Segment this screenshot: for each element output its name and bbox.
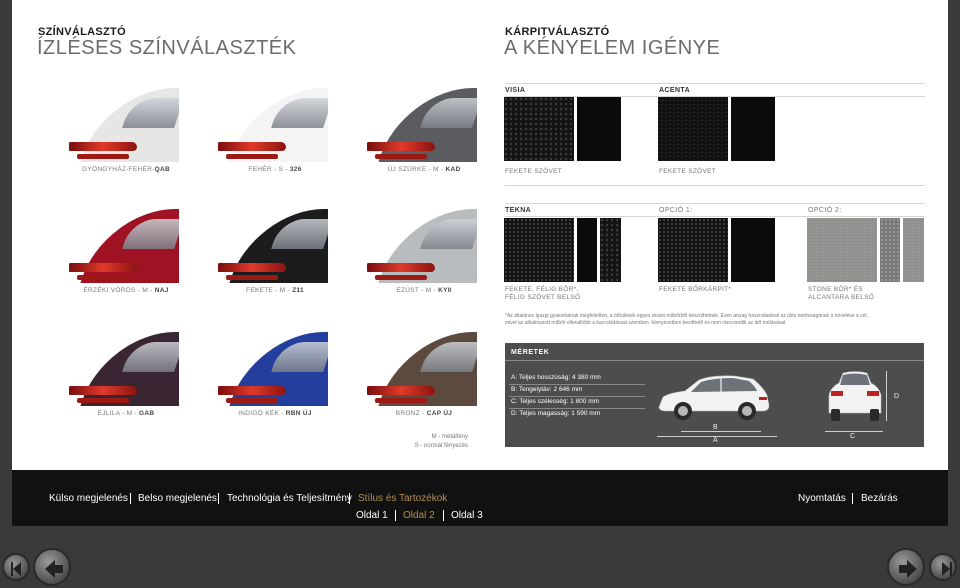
legend-normal: S - normál fényezés (414, 443, 468, 449)
color-name: ÚJ SZÜRKE - M - (387, 166, 446, 173)
color-code: KAD (445, 166, 461, 173)
page-nav: Oldal 1 Oldal 2 Oldal 3 (12, 510, 948, 522)
dimension-letter-a: A (713, 437, 718, 444)
dimension-letter-b: B (713, 424, 718, 431)
option2-fabric-swatch (807, 218, 924, 282)
car-color-swatch (218, 84, 328, 162)
color-name: FEHÉR - S - (248, 166, 290, 173)
dimension-width: C: Teljes szélesség: 1 800 mm (511, 398, 600, 405)
nav-interior[interactable]: Belso megjelenés (138, 493, 217, 504)
dimension-wheelbase: B: Tengelytáv: 2 646 mm (511, 386, 583, 393)
color-name: ÉJLILA - M - (97, 410, 140, 417)
close-link[interactable]: Bezárás (861, 493, 898, 504)
upholstery-section-subtitle: A KÉNYELEM IGÉNYE (504, 37, 721, 59)
tekna-header: TEKNA (505, 207, 532, 214)
option1-header: OPCIÓ 1: (659, 207, 693, 214)
car-color-label: ÉRZÉKI VÖRÖS - M - NAJ (51, 287, 201, 294)
color-code: Z11 (292, 287, 304, 294)
car-color-swatch (69, 328, 179, 406)
dimensions-title: MÉRETEK (511, 349, 550, 356)
section-nav: Külso megjelenés Belso megjelenés Techno… (12, 493, 948, 505)
dimension-height: D: Teljes magasság: 1 590 mm (511, 410, 601, 417)
option2-fabric-label-2: ALCANTARA BELSŐ (808, 294, 875, 301)
dimension-length: A: Teljes hosszúság: 4 380 mm (511, 374, 601, 381)
color-section-subtitle: ÍZLÉSES SZÍNVÁLASZTÉK (37, 37, 297, 59)
page-1-link[interactable]: Oldal 1 (356, 510, 388, 521)
car-color-label: INDIGÓ KÉK - RBN ÚJ (200, 410, 350, 417)
option1-fabric-swatch (658, 218, 775, 282)
car-color-swatch (69, 205, 179, 283)
acenta-header: ACENTA (659, 87, 691, 94)
color-code: RBN ÚJ (285, 410, 312, 417)
visia-header: VISIA (505, 87, 526, 94)
skip-forward-icon (942, 562, 952, 576)
color-name: ÉRZÉKI VÖRÖS - M - (83, 287, 155, 294)
car-color-label: BRONZ - CAP ÚJ (349, 410, 499, 417)
tekna-fabric-swatch (504, 218, 621, 282)
color-code: KY0 (438, 287, 452, 294)
car-color-swatch (367, 328, 477, 406)
nav-style-accessories[interactable]: Stílus és Tartozékok (358, 493, 447, 504)
car-color-label: ÚJ SZÜRKE - M - KAD (349, 166, 499, 173)
nav-exterior[interactable]: Külso megjelenés (49, 493, 128, 504)
color-code: NAJ (154, 287, 169, 294)
car-color-label: FEKETE - M - Z11 (200, 287, 350, 294)
brochure-page: SZÍNVÁLASZTÓ ÍZLÉSES SZÍNVÁLASZTÉK GYÖNG… (12, 0, 948, 470)
footnote-line-1: *Az általános igazgi gyakorlatnak megfel… (505, 313, 868, 319)
car-color-swatch (218, 205, 328, 283)
car-color-swatch (367, 84, 477, 162)
nav-technology[interactable]: Technológia és Teljesítmény (227, 493, 352, 504)
first-page-button[interactable] (2, 553, 30, 581)
car-color-swatch (69, 84, 179, 162)
color-code: GAB (139, 410, 155, 417)
color-name: FEKETE - M - (246, 287, 293, 294)
next-page-button[interactable] (887, 548, 925, 586)
last-page-button[interactable] (929, 553, 957, 581)
car-color-swatch (367, 205, 477, 283)
color-code: CAP ÚJ (426, 410, 453, 417)
dimension-letter-c: C (850, 433, 856, 440)
arrow-right-icon (899, 560, 917, 578)
car-rear-view-illustration (828, 371, 882, 421)
dimension-letter-d: D (894, 393, 900, 400)
car-color-swatch (218, 328, 328, 406)
car-color-label: EZÜST - M - KY0 (349, 287, 499, 294)
option2-header: OPCIÓ 2: (808, 207, 842, 214)
color-name: BRONZ - (395, 410, 427, 417)
option1-fabric-label: FEKETE BŐRKÁRPIT* (659, 286, 732, 293)
skip-back-icon (11, 562, 21, 576)
tekna-fabric-label-2: FÉLIG SZÖVET BELSŐ (505, 294, 581, 301)
page-3-link[interactable]: Oldal 3 (451, 510, 483, 521)
leather-footnote: *Az általános igazgi gyakorlatnak megfel… (505, 313, 925, 327)
color-name: GYÖNGYHÁZ-FEHÉR- (81, 166, 155, 173)
footer-navigation: Külso megjelenés Belso megjelenés Techno… (12, 470, 948, 526)
visia-fabric-swatch (504, 97, 621, 161)
car-color-label: FEHÉR - S - 326 (200, 166, 350, 173)
color-code: QAB (154, 166, 171, 173)
previous-page-button[interactable] (33, 548, 71, 586)
color-name: INDIGÓ KÉK - (238, 410, 286, 417)
dimensions-panel: MÉRETEK A: Teljes hosszúság: 4 380 mm B:… (505, 343, 924, 447)
page-2-link[interactable]: Oldal 2 (403, 510, 435, 521)
color-code: 326 (289, 166, 302, 173)
visia-fabric-label: FEKETE SZÖVET (505, 168, 562, 175)
color-name: EZÜST - M - (396, 287, 439, 294)
acenta-fabric-swatch (658, 97, 775, 161)
car-color-label: GYÖNGYHÁZ-FEHÉR-QAB (51, 166, 201, 173)
footnote-line-2: mivel az alkalmazott műbőr ellenállóbb a… (505, 320, 787, 326)
print-link[interactable]: Nyomtatás (798, 493, 846, 504)
acenta-fabric-label: FEKETE SZÖVET (659, 168, 716, 175)
car-side-view-illustration (658, 375, 770, 420)
legend-metallic: M - metálfény (431, 434, 468, 440)
car-color-label: ÉJLILA - M - GAB (51, 410, 201, 417)
arrow-left-icon (45, 560, 63, 578)
